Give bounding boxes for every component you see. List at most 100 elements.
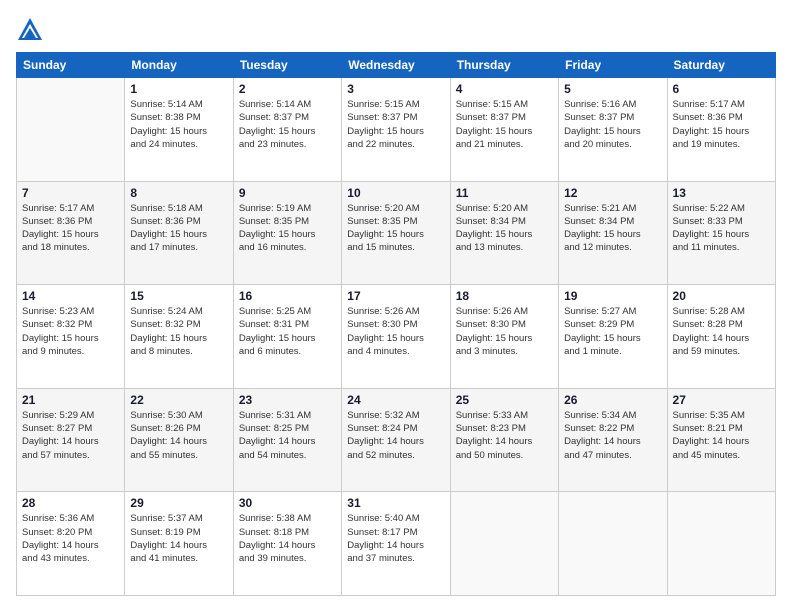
calendar-cell: 21 Sunrise: 5:29 AM Sunset: 8:27 PM Dayli… <box>17 388 125 492</box>
calendar-cell: 20Sunrise: 5:28 AM Sunset: 8:28 PM Dayli… <box>667 285 775 389</box>
calendar-cell: 10 Sunrise: 5:20 AM Sunset: 8:35 PM Dayli… <box>342 181 450 285</box>
day-number: 17 <box>347 289 444 303</box>
calendar-cell: 31 Sunrise: 5:40 AM Sunset: 8:17 PM Dayli… <box>342 492 450 596</box>
day-number: 16 <box>239 289 336 303</box>
day-info: Sunrise: 5:30 AM Sunset: 8:26 PM Dayligh… <box>130 409 227 462</box>
calendar-cell: 15Sunrise: 5:24 AM Sunset: 8:32 PM Dayli… <box>125 285 233 389</box>
day-number: 25 <box>456 393 553 407</box>
calendar-cell: 23 Sunrise: 5:31 AM Sunset: 8:25 PM Dayli… <box>233 388 341 492</box>
day-info: Sunrise: 5:19 AM Sunset: 8:35 PM Dayligh… <box>239 202 336 255</box>
day-number: 10 <box>347 186 444 200</box>
calendar-cell: 9 Sunrise: 5:19 AM Sunset: 8:35 PM Daylig… <box>233 181 341 285</box>
calendar-cell: 11Sunrise: 5:20 AM Sunset: 8:34 PM Dayli… <box>450 181 558 285</box>
day-number: 29 <box>130 496 227 510</box>
day-info: Sunrise: 5:35 AM Sunset: 8:21 PM Dayligh… <box>673 409 770 462</box>
calendar-cell: 25 Sunrise: 5:33 AM Sunset: 8:23 PM Dayli… <box>450 388 558 492</box>
day-info: Sunrise: 5:36 AM Sunset: 8:20 PM Dayligh… <box>22 512 119 565</box>
day-info: Sunrise: 5:29 AM Sunset: 8:27 PM Dayligh… <box>22 409 119 462</box>
day-number: 23 <box>239 393 336 407</box>
calendar-cell: 5 Sunrise: 5:16 AM Sunset: 8:37 PM Daylig… <box>559 78 667 182</box>
calendar-cell: 30 Sunrise: 5:38 AM Sunset: 8:18 PM Dayli… <box>233 492 341 596</box>
day-number: 19 <box>564 289 661 303</box>
day-number: 27 <box>673 393 770 407</box>
logo-icon <box>16 16 44 44</box>
calendar-cell: 24Sunrise: 5:32 AM Sunset: 8:24 PM Dayli… <box>342 388 450 492</box>
day-number: 7 <box>22 186 119 200</box>
day-number: 11 <box>456 186 553 200</box>
day-info: Sunrise: 5:40 AM Sunset: 8:17 PM Dayligh… <box>347 512 444 565</box>
calendar-cell: 4Sunrise: 5:15 AM Sunset: 8:37 PM Daylig… <box>450 78 558 182</box>
day-number: 4 <box>456 82 553 96</box>
day-info: Sunrise: 5:18 AM Sunset: 8:36 PM Dayligh… <box>130 202 227 255</box>
day-info: Sunrise: 5:17 AM Sunset: 8:36 PM Dayligh… <box>673 98 770 151</box>
day-info: Sunrise: 5:20 AM Sunset: 8:35 PM Dayligh… <box>347 202 444 255</box>
day-info: Sunrise: 5:15 AM Sunset: 8:37 PM Dayligh… <box>347 98 444 151</box>
day-number: 3 <box>347 82 444 96</box>
day-info: Sunrise: 5:37 AM Sunset: 8:19 PM Dayligh… <box>130 512 227 565</box>
page: SundayMondayTuesdayWednesdayThursdayFrid… <box>0 0 792 612</box>
day-number: 26 <box>564 393 661 407</box>
weekday-header-thursday: Thursday <box>450 53 558 78</box>
day-info: Sunrise: 5:26 AM Sunset: 8:30 PM Dayligh… <box>456 305 553 358</box>
calendar-cell: 12 Sunrise: 5:21 AM Sunset: 8:34 PM Dayli… <box>559 181 667 285</box>
calendar-week-row: 7Sunrise: 5:17 AM Sunset: 8:36 PM Daylig… <box>17 181 776 285</box>
day-info: Sunrise: 5:38 AM Sunset: 8:18 PM Dayligh… <box>239 512 336 565</box>
calendar-table: SundayMondayTuesdayWednesdayThursdayFrid… <box>16 52 776 596</box>
day-info: Sunrise: 5:23 AM Sunset: 8:32 PM Dayligh… <box>22 305 119 358</box>
weekday-header-saturday: Saturday <box>667 53 775 78</box>
calendar-cell: 18 Sunrise: 5:26 AM Sunset: 8:30 PM Dayli… <box>450 285 558 389</box>
day-number: 13 <box>673 186 770 200</box>
calendar-cell: 6 Sunrise: 5:17 AM Sunset: 8:36 PM Daylig… <box>667 78 775 182</box>
calendar-week-row: 1Sunrise: 5:14 AM Sunset: 8:38 PM Daylig… <box>17 78 776 182</box>
header <box>16 16 776 44</box>
day-number: 2 <box>239 82 336 96</box>
calendar-cell: 26 Sunrise: 5:34 AM Sunset: 8:22 PM Dayli… <box>559 388 667 492</box>
calendar-cell: 29 Sunrise: 5:37 AM Sunset: 8:19 PM Dayli… <box>125 492 233 596</box>
day-number: 31 <box>347 496 444 510</box>
day-number: 8 <box>130 186 227 200</box>
calendar-cell: 1Sunrise: 5:14 AM Sunset: 8:38 PM Daylig… <box>125 78 233 182</box>
day-info: Sunrise: 5:31 AM Sunset: 8:25 PM Dayligh… <box>239 409 336 462</box>
calendar-cell: 28Sunrise: 5:36 AM Sunset: 8:20 PM Dayli… <box>17 492 125 596</box>
day-info: Sunrise: 5:26 AM Sunset: 8:30 PM Dayligh… <box>347 305 444 358</box>
day-number: 22 <box>130 393 227 407</box>
day-number: 21 <box>22 393 119 407</box>
day-info: Sunrise: 5:22 AM Sunset: 8:33 PM Dayligh… <box>673 202 770 255</box>
weekday-header-wednesday: Wednesday <box>342 53 450 78</box>
day-number: 30 <box>239 496 336 510</box>
day-info: Sunrise: 5:21 AM Sunset: 8:34 PM Dayligh… <box>564 202 661 255</box>
weekday-header-sunday: Sunday <box>17 53 125 78</box>
day-info: Sunrise: 5:34 AM Sunset: 8:22 PM Dayligh… <box>564 409 661 462</box>
day-number: 9 <box>239 186 336 200</box>
calendar-cell: 27 Sunrise: 5:35 AM Sunset: 8:21 PM Dayli… <box>667 388 775 492</box>
day-number: 6 <box>673 82 770 96</box>
calendar-cell: 3 Sunrise: 5:15 AM Sunset: 8:37 PM Daylig… <box>342 78 450 182</box>
calendar-cell <box>450 492 558 596</box>
day-number: 24 <box>347 393 444 407</box>
day-info: Sunrise: 5:33 AM Sunset: 8:23 PM Dayligh… <box>456 409 553 462</box>
weekday-header-monday: Monday <box>125 53 233 78</box>
calendar-cell: 22 Sunrise: 5:30 AM Sunset: 8:26 PM Dayli… <box>125 388 233 492</box>
logo <box>16 16 48 44</box>
calendar-week-row: 21 Sunrise: 5:29 AM Sunset: 8:27 PM Dayli… <box>17 388 776 492</box>
day-number: 1 <box>130 82 227 96</box>
calendar-cell: 14 Sunrise: 5:23 AM Sunset: 8:32 PM Dayli… <box>17 285 125 389</box>
day-number: 12 <box>564 186 661 200</box>
day-number: 15 <box>130 289 227 303</box>
weekday-header-friday: Friday <box>559 53 667 78</box>
calendar-cell <box>667 492 775 596</box>
calendar-week-row: 14 Sunrise: 5:23 AM Sunset: 8:32 PM Dayli… <box>17 285 776 389</box>
day-info: Sunrise: 5:14 AM Sunset: 8:37 PM Dayligh… <box>239 98 336 151</box>
day-info: Sunrise: 5:27 AM Sunset: 8:29 PM Dayligh… <box>564 305 661 358</box>
weekday-header-tuesday: Tuesday <box>233 53 341 78</box>
calendar-cell: 7Sunrise: 5:17 AM Sunset: 8:36 PM Daylig… <box>17 181 125 285</box>
day-number: 5 <box>564 82 661 96</box>
calendar-cell <box>559 492 667 596</box>
day-info: Sunrise: 5:25 AM Sunset: 8:31 PM Dayligh… <box>239 305 336 358</box>
day-number: 18 <box>456 289 553 303</box>
day-info: Sunrise: 5:28 AM Sunset: 8:28 PM Dayligh… <box>673 305 770 358</box>
day-info: Sunrise: 5:16 AM Sunset: 8:37 PM Dayligh… <box>564 98 661 151</box>
calendar-week-row: 28Sunrise: 5:36 AM Sunset: 8:20 PM Dayli… <box>17 492 776 596</box>
day-number: 14 <box>22 289 119 303</box>
weekday-header-row: SundayMondayTuesdayWednesdayThursdayFrid… <box>17 53 776 78</box>
